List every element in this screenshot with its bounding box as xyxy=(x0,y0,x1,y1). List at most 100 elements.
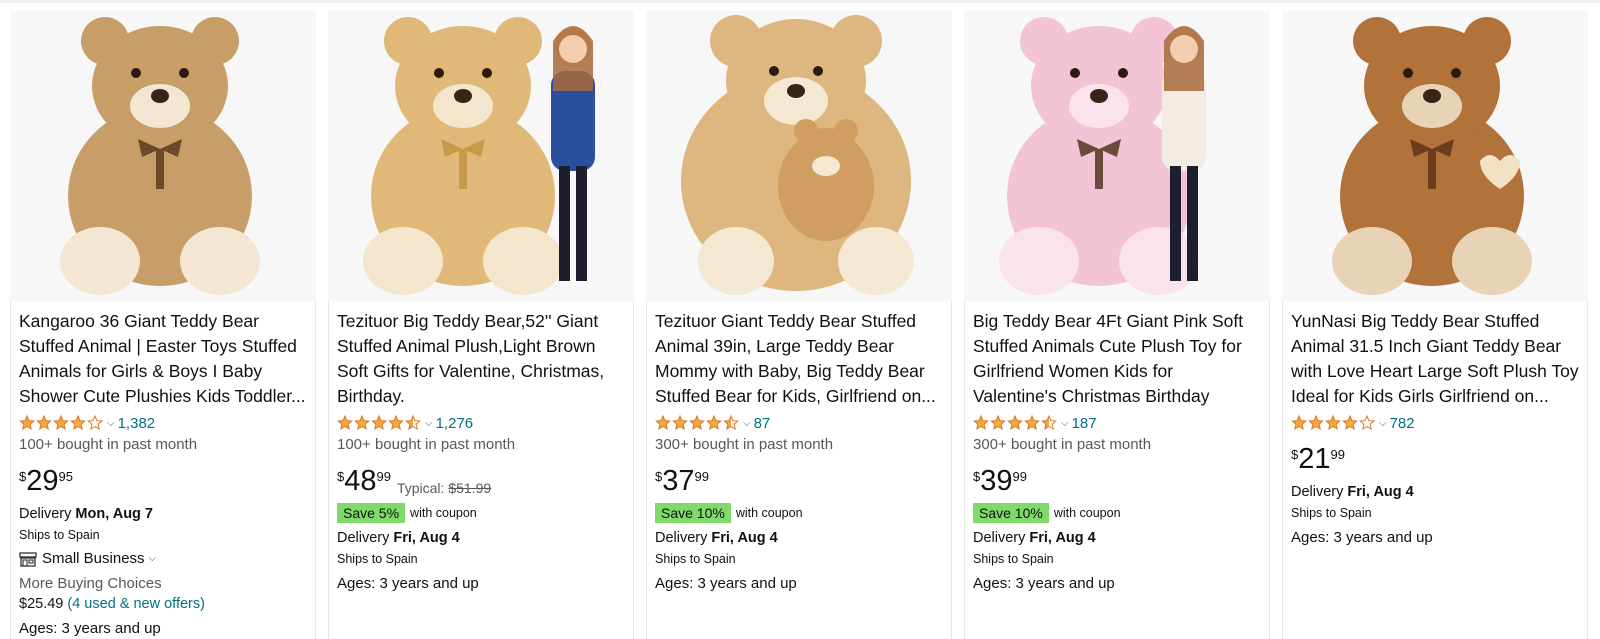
rating-row[interactable]: ⌵ 1,276 xyxy=(337,412,625,434)
price-whole: 21 xyxy=(1298,443,1331,475)
product-title[interactable]: Kangaroo 36 Giant Teddy Bear Stuffed Ani… xyxy=(19,309,307,409)
price[interactable]: $ 37 99 xyxy=(655,466,943,500)
price[interactable]: $ 39 99 xyxy=(973,466,1261,500)
price[interactable]: $ 29 95 xyxy=(19,466,307,500)
coupon-badge[interactable]: Save 10% xyxy=(973,503,1049,523)
price-fraction: 99 xyxy=(1330,447,1345,462)
product-image[interactable] xyxy=(1282,11,1588,301)
used-price: $25.49 xyxy=(19,596,64,612)
star-full-icon xyxy=(1007,415,1023,431)
rating-row[interactable]: ⌵ 1,382 xyxy=(19,412,307,434)
delivery-date: Fri, Aug 4 xyxy=(711,530,778,546)
star-rating[interactable] xyxy=(19,415,103,431)
coupon-badge[interactable]: Save 10% xyxy=(655,503,731,523)
star-full-icon xyxy=(1308,415,1324,431)
rating-count-link[interactable]: 1,382 xyxy=(118,415,156,432)
rating-count-link[interactable]: 782 xyxy=(1390,415,1415,432)
product-title[interactable]: YunNasi Big Teddy Bear Stuffed Animal 31… xyxy=(1291,309,1579,409)
coupon-text: with coupon xyxy=(1053,506,1121,520)
product-card[interactable]: Tezituor Giant Teddy Bear Stuffed Animal… xyxy=(646,11,952,639)
rating-row[interactable]: ⌵ 782 xyxy=(1291,412,1579,434)
star-rating[interactable] xyxy=(655,415,739,431)
star-full-icon xyxy=(337,415,353,431)
age-range: Ages: 3 years and up xyxy=(973,575,1115,592)
product-title[interactable]: Tezituor Big Teddy Bear,52'' Giant Stuff… xyxy=(337,309,625,409)
price-symbol: $ xyxy=(19,469,27,484)
rating-row[interactable]: ⌵ 187 xyxy=(973,412,1261,434)
price-whole: 39 xyxy=(980,465,1013,497)
price-whole: 37 xyxy=(662,465,695,497)
coupon-row[interactable]: Save 5% with coupon xyxy=(337,502,625,524)
product-title[interactable]: Big Teddy Bear 4Ft Giant Pink Soft Stuff… xyxy=(973,309,1261,409)
product-image[interactable] xyxy=(646,11,952,301)
star-rating[interactable] xyxy=(337,415,421,431)
price[interactable]: $ 48 99 Typical: $51.99 xyxy=(337,466,625,500)
small-business-badge[interactable]: Small Business ⌵ xyxy=(19,550,307,567)
product-title[interactable]: Tezituor Giant Teddy Bear Stuffed Animal… xyxy=(655,309,943,409)
product-card[interactable]: Tezituor Big Teddy Bear,52'' Giant Stuff… xyxy=(328,11,634,639)
chevron-down-icon[interactable]: ⌵ xyxy=(1379,418,1387,429)
coupon-row[interactable]: Save 10% with coupon xyxy=(655,502,943,524)
delivery-info: Delivery Fri, Aug 4 xyxy=(1291,484,1579,500)
product-card[interactable]: Kangaroo 36 Giant Teddy Bear Stuffed Ani… xyxy=(10,11,316,639)
star-full-icon xyxy=(1325,415,1341,431)
star-full-icon xyxy=(1291,415,1307,431)
product-grid: Kangaroo 36 Giant Teddy Bear Stuffed Ani… xyxy=(10,11,1588,639)
coupon-badge[interactable]: Save 5% xyxy=(337,503,406,523)
bought-past-month: 100+ bought in past month xyxy=(19,436,198,453)
product-image[interactable] xyxy=(10,11,316,301)
star-full-icon xyxy=(371,415,387,431)
delivery-date: Fri, Aug 4 xyxy=(393,530,460,546)
delivery-label: Delivery xyxy=(1291,484,1348,500)
star-rating[interactable] xyxy=(1291,415,1375,431)
coupon-row[interactable]: Save 10% with coupon xyxy=(973,502,1261,524)
delivery-info: Delivery Fri, Aug 4 xyxy=(973,530,1261,546)
typical-label: Typical: xyxy=(396,480,449,496)
ships-to: Ships to Spain xyxy=(19,528,100,542)
star-full-icon xyxy=(1342,415,1358,431)
price-fraction: 99 xyxy=(1012,469,1027,484)
chevron-down-icon[interactable]: ⌵ xyxy=(149,553,157,564)
chevron-down-icon[interactable]: ⌵ xyxy=(743,418,751,429)
bought-past-month: 300+ bought in past month xyxy=(655,436,834,453)
typical-price-value: $51.99 xyxy=(448,480,492,496)
age-range: Ages: 3 years and up xyxy=(19,620,161,637)
rating-row[interactable]: ⌵ 87 xyxy=(655,412,943,434)
star-full-icon xyxy=(1024,415,1040,431)
rating-count-link[interactable]: 1,276 xyxy=(436,415,474,432)
rating-count-link[interactable]: 187 xyxy=(1072,415,1097,432)
chevron-down-icon[interactable]: ⌵ xyxy=(107,418,115,429)
star-half-icon xyxy=(405,415,421,431)
star-rating[interactable] xyxy=(973,415,1057,431)
star-full-icon xyxy=(655,415,671,431)
star-full-icon xyxy=(354,415,370,431)
product-image[interactable] xyxy=(964,11,1270,301)
star-empty-icon xyxy=(1359,415,1375,431)
price-symbol: $ xyxy=(973,469,981,484)
rating-count-link[interactable]: 87 xyxy=(754,415,771,432)
star-full-icon xyxy=(19,415,35,431)
delivery-date: Fri, Aug 4 xyxy=(1029,530,1096,546)
storefront-icon xyxy=(19,551,37,567)
teddy-bear-photo xyxy=(1332,17,1532,295)
age-range: Ages: 3 years and up xyxy=(337,575,479,592)
price[interactable]: $ 21 99 xyxy=(1291,444,1579,478)
ships-to: Ships to Spain xyxy=(337,552,418,566)
used-offers-row: $25.49 (4 used & new offers) xyxy=(19,596,307,612)
top-divider xyxy=(0,0,1600,3)
star-full-icon xyxy=(990,415,1006,431)
small-business-label[interactable]: Small Business xyxy=(42,550,145,567)
used-offers-link[interactable]: (4 used & new offers) xyxy=(67,596,205,612)
delivery-date: Fri, Aug 4 xyxy=(1347,484,1414,500)
ships-to: Ships to Spain xyxy=(1291,506,1372,520)
price-whole: 29 xyxy=(26,465,59,497)
star-half-icon xyxy=(723,415,739,431)
product-image[interactable] xyxy=(328,11,634,301)
product-card[interactable]: Big Teddy Bear 4Ft Giant Pink Soft Stuff… xyxy=(964,11,1270,639)
chevron-down-icon[interactable]: ⌵ xyxy=(1061,418,1069,429)
product-card[interactable]: YunNasi Big Teddy Bear Stuffed Animal 31… xyxy=(1282,11,1588,639)
bought-past-month: 100+ bought in past month xyxy=(337,436,516,453)
price-fraction: 99 xyxy=(376,469,391,484)
chevron-down-icon[interactable]: ⌵ xyxy=(425,418,433,429)
delivery-info: Delivery Fri, Aug 4 xyxy=(337,530,625,546)
